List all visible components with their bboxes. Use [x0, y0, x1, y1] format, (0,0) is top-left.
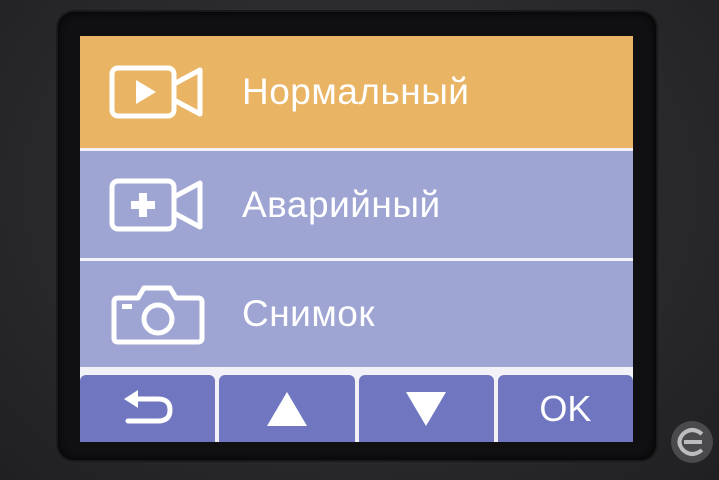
- menu-item-label: Снимок: [242, 293, 376, 334]
- menu-item-snapshot[interactable]: Снимок: [80, 261, 633, 367]
- up-arrow-icon: [264, 389, 310, 429]
- softkey-bar: OK: [80, 375, 633, 442]
- down-arrow-icon: [403, 389, 449, 429]
- dashcam-device: Нормальный Аварийный Снимок OK: [0, 0, 719, 480]
- ok-button[interactable]: OK: [497, 375, 633, 442]
- video-emergency-icon: [108, 173, 208, 237]
- menu-item-emergency[interactable]: Аварийный: [80, 151, 633, 258]
- menu-item-label: Нормальный: [242, 71, 470, 112]
- video-play-icon: [108, 60, 208, 124]
- site-logo-icon: [668, 418, 716, 466]
- menu-item-normal[interactable]: Нормальный: [80, 36, 633, 148]
- down-button[interactable]: [358, 375, 494, 442]
- lcd-screen: Нормальный Аварийный Снимок OK: [80, 36, 633, 442]
- back-arrow-icon: [118, 389, 178, 429]
- menu-item-label: Аварийный: [242, 183, 441, 225]
- ok-button-label: OK: [539, 387, 592, 429]
- camera-icon: [108, 282, 208, 346]
- up-button[interactable]: [219, 375, 355, 442]
- back-button[interactable]: [80, 375, 216, 442]
